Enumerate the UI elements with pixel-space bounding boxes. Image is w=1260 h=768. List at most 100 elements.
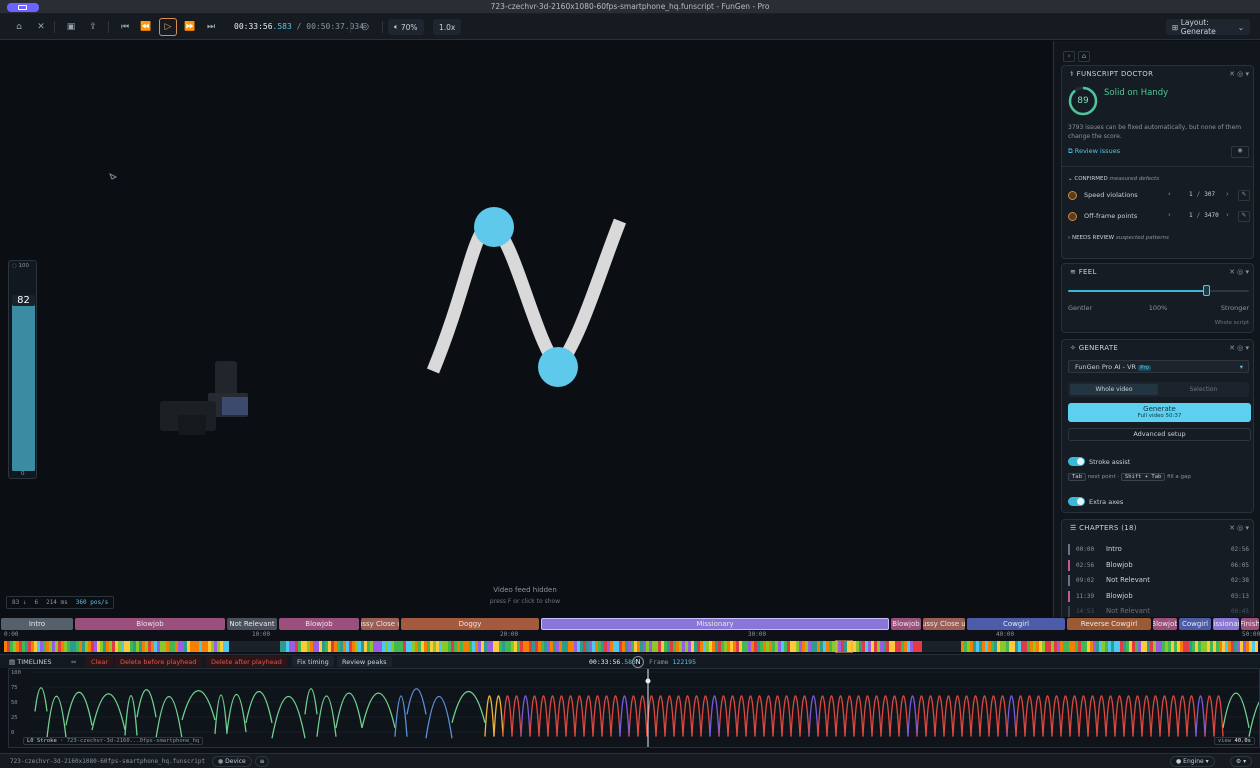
play-button[interactable]: ▷ [159, 18, 177, 36]
stroke-timeline[interactable]: 100 75 50 25 0 L0 Stroke · 723-czechvr-3d-21… [8, 668, 1260, 748]
heat-cell [601, 641, 604, 652]
chapter-item[interactable]: 00:00 Intro 02:56 [1068, 544, 1251, 556]
chapter-segment[interactable]: Reverse Cowgirl [1067, 618, 1151, 630]
card-controls[interactable]: ✕ ◎ ▾ [1229, 70, 1249, 78]
chapter-segment[interactable]: Cowgirl [1179, 618, 1211, 630]
prev-issue-icon[interactable]: ‹ [1168, 211, 1171, 219]
chapter-segment[interactable]: Blowjob [75, 618, 225, 630]
heat-cell [865, 641, 868, 652]
clear-button[interactable]: Clear [86, 656, 113, 667]
close-icon[interactable]: ✕ [32, 18, 50, 36]
heat-cell [199, 641, 202, 652]
chapter-item[interactable]: 09:02 Not Relevant 02:38 [1068, 575, 1251, 587]
skip-start-icon[interactable]: ⏮ [116, 18, 134, 36]
eye-off-icon[interactable]: ◎ [356, 18, 374, 36]
chapter-segment[interactable]: Cowgirl [967, 618, 1065, 630]
view-window[interactable]: view 40.0s [1213, 737, 1255, 745]
tab-selection[interactable]: Selection [1160, 384, 1247, 395]
heat-cell [10, 641, 13, 652]
fast-forward-icon[interactable]: ⏩ [181, 18, 199, 36]
fix-issue-icon[interactable]: ✎ [1238, 190, 1250, 201]
issue-row[interactable]: Speed violations ‹ 1/307 › ✎ [1068, 190, 1251, 204]
export-icon[interactable]: ⇪ [84, 18, 102, 36]
collapse-panel-icon[interactable]: › [1063, 51, 1075, 62]
collapse-icon[interactable]: ⇔ [66, 656, 81, 667]
confirmed-section[interactable]: ⌄ CONFIRMED measured defects [1068, 176, 1159, 182]
heat-cell [535, 641, 538, 652]
review-peaks-button[interactable]: Review peaks [337, 656, 392, 667]
heat-cell [76, 641, 79, 652]
volume-control[interactable]: 🔈︎ 70% [388, 19, 424, 35]
chapter-segment[interactable]: Blowjob [891, 618, 921, 630]
generate-button[interactable]: Generate Full video 50:37 [1068, 403, 1251, 422]
heat-cell [961, 641, 964, 652]
device-button[interactable]: ● Device [212, 756, 252, 767]
heat-cell [283, 641, 286, 652]
chapter-segment[interactable]: Blowjob [279, 618, 359, 630]
next-issue-icon[interactable]: › [1226, 190, 1229, 198]
warning-icon [1068, 212, 1077, 221]
heat-cell [421, 641, 424, 652]
advanced-setup-button[interactable]: Advanced setup [1068, 428, 1251, 441]
heat-cell [964, 641, 967, 652]
chapter-segment[interactable]: Intro [1, 618, 73, 630]
issue-row[interactable]: Off-frame points ‹ 1/3470 › ✎ [1068, 211, 1251, 225]
stat-speed: 360 pos/s [75, 599, 109, 606]
chapter-segment[interactable]: Doggy [401, 618, 539, 630]
chapter-segment[interactable]: Pussy Close up [361, 618, 399, 630]
settings-gear-icon[interactable]: ⚙ ▾ [1230, 756, 1252, 767]
heat-cell [709, 641, 712, 652]
delete-before-button[interactable]: Delete before playhead [115, 656, 202, 667]
heat-cell [1120, 641, 1123, 652]
heat-cell [532, 641, 535, 652]
next-issue-icon[interactable]: › [1226, 211, 1229, 219]
rewind-icon[interactable]: ⏪ [137, 18, 155, 36]
video-area[interactable]: ◌ 100 82 0 Video feed hidden press F or … [0, 41, 1052, 617]
stroke-assist-toggle[interactable] [1068, 457, 1085, 466]
heat-cell [352, 641, 355, 652]
heat-cell [796, 641, 799, 652]
heat-cell [1108, 641, 1111, 652]
model-select[interactable]: FunGen Pro AI - VR Pro ▾ [1068, 360, 1249, 373]
heat-cell [685, 641, 688, 652]
heat-cell [328, 641, 331, 652]
card-controls[interactable]: ✕ ◎ ▾ [1229, 524, 1249, 532]
fix-timing-button[interactable]: Fix timing [292, 656, 334, 667]
pin-icon[interactable]: ⌂ [1078, 51, 1090, 62]
card-controls[interactable]: ✕ ◎ ▾ [1229, 268, 1249, 276]
layout-dropdown[interactable]: ⊞ Layout: Generate ⌄ [1166, 18, 1250, 36]
needs-review-section[interactable]: › NEEDS REVIEW suspected patterns [1068, 235, 1169, 241]
chapter-name: Blowjob [1106, 560, 1133, 569]
feel-card: ≋ FEEL ✕ ◎ ▾ Gentler 100% Stronger Whole… [1061, 263, 1254, 333]
extra-axes-toggle[interactable] [1068, 497, 1085, 506]
speed-control[interactable]: 1.0x [433, 19, 462, 35]
heatmap-bar[interactable] [0, 640, 1260, 653]
card-controls[interactable]: ✕ ◎ ▾ [1229, 344, 1249, 352]
heat-cell [499, 641, 502, 652]
heat-cell [763, 641, 766, 652]
home-icon[interactable]: ⌂ [10, 18, 28, 36]
chapter-segment[interactable]: Blowjob [1153, 618, 1177, 630]
heat-cell [628, 641, 631, 652]
skip-end-icon[interactable]: ⏭ [202, 18, 220, 36]
heat-cell [730, 641, 733, 652]
review-issues-link[interactable]: ⧉ Review issues [1068, 147, 1120, 156]
hide-issues-button[interactable]: ◉ [1231, 146, 1249, 158]
delete-after-button[interactable]: Delete after playhead [206, 656, 287, 667]
tab-whole-video[interactable]: Whole video [1070, 384, 1158, 395]
fix-issue-icon[interactable]: ✎ [1238, 211, 1250, 222]
feel-slider-handle[interactable] [1202, 285, 1210, 296]
engine-dropdown[interactable]: ● Engine ▾ [1170, 756, 1215, 767]
chapter-segment[interactable]: Missionary [541, 618, 889, 630]
chapter-segment[interactable]: Pussy Close up [923, 618, 965, 630]
chapter-segment[interactable]: Finish [1241, 618, 1259, 630]
chapter-segment[interactable]: Missionary [1213, 618, 1239, 630]
menu-icon[interactable]: ≡ [255, 756, 269, 767]
chapter-item[interactable]: 02:56 Blowjob 06:05 [1068, 559, 1251, 572]
prev-issue-icon[interactable]: ‹ [1168, 190, 1171, 198]
chapter-item[interactable]: 11:39 Blowjob 03:13 [1068, 590, 1251, 603]
stroke-waveform[interactable] [31, 669, 1259, 747]
heat-cell [910, 641, 913, 652]
chapter-segment[interactable]: Not Relevant [227, 618, 277, 630]
save-icon[interactable]: ▣ [62, 18, 80, 36]
